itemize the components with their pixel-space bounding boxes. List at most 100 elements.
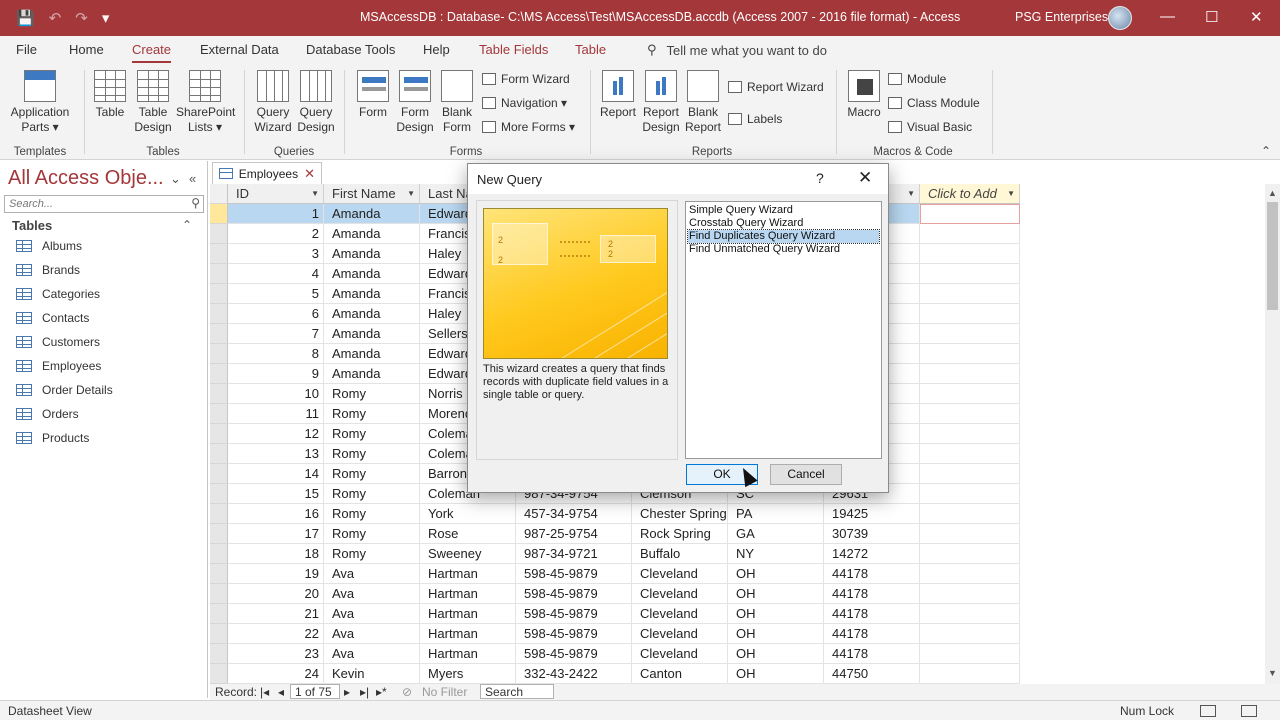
report-wizard-button[interactable]: Report Wizard <box>728 80 824 94</box>
record-selector[interactable] <box>210 264 228 284</box>
cell-id[interactable]: 7 <box>228 324 324 344</box>
cell-phone[interactable]: 598-45-9879 <box>516 644 632 664</box>
cell-last-name[interactable]: York <box>420 504 516 524</box>
cell-new-field[interactable] <box>920 424 1020 444</box>
cell-last-name[interactable]: Sweeney <box>420 544 516 564</box>
current-record-field[interactable]: 1 of 75 <box>290 684 340 699</box>
record-selector[interactable] <box>210 604 228 624</box>
cell-id[interactable]: 23 <box>228 644 324 664</box>
nav-pane-menu-icon[interactable]: ⌄ <box>170 171 181 187</box>
navigation-button[interactable]: Navigation ▾ <box>482 96 567 110</box>
last-record-icon[interactable]: ▸| <box>360 685 369 699</box>
cell-id[interactable]: 10 <box>228 384 324 404</box>
cell-new-field[interactable] <box>920 364 1020 384</box>
cell-state[interactable]: OH <box>728 664 824 684</box>
record-selector[interactable] <box>210 424 228 444</box>
cell-new-field[interactable] <box>920 324 1020 344</box>
record-selector[interactable] <box>210 484 228 504</box>
cell-city[interactable]: Cleveland <box>632 564 728 584</box>
nav-item-categories[interactable]: Categories <box>16 284 100 304</box>
macro-button[interactable]: Macro <box>844 70 884 120</box>
cell-city[interactable]: Cleveland <box>632 584 728 604</box>
record-selector[interactable] <box>210 564 228 584</box>
tab-external-data[interactable]: External Data <box>200 42 279 57</box>
form-button[interactable]: Form <box>354 70 392 120</box>
cell-city[interactable]: Buffalo <box>632 544 728 564</box>
form-design-button[interactable]: Form Design <box>396 70 434 135</box>
cell-id[interactable]: 1 <box>228 204 324 224</box>
cell-phone[interactable]: 457-34-9754 <box>516 504 632 524</box>
nav-item-employees[interactable]: Employees <box>16 356 101 376</box>
tab-table[interactable]: Table <box>575 42 606 57</box>
option-simple-query-wizard[interactable]: Simple Query Wizard <box>688 204 879 217</box>
redo-icon[interactable]: ↷ <box>75 9 88 27</box>
record-selector[interactable] <box>210 524 228 544</box>
application-parts-button[interactable]: Application Parts ▾ <box>8 70 72 135</box>
cell-last-name[interactable]: Hartman <box>420 624 516 644</box>
cell-first-name[interactable]: Amanda <box>324 244 420 264</box>
query-design-button[interactable]: Query Design <box>296 70 336 135</box>
avatar[interactable] <box>1108 6 1132 30</box>
record-selector[interactable] <box>210 244 228 264</box>
tab-file[interactable]: File <box>16 42 37 57</box>
cell-new-field[interactable] <box>920 664 1020 684</box>
cell-id[interactable]: 15 <box>228 484 324 504</box>
tab-database-tools[interactable]: Database Tools <box>306 42 395 57</box>
cell-state[interactable]: OH <box>728 624 824 644</box>
record-search-input[interactable]: Search <box>480 684 554 699</box>
cell-state[interactable]: OH <box>728 564 824 584</box>
query-wizard-button[interactable]: Query Wizard <box>252 70 294 135</box>
cell-id[interactable]: 11 <box>228 404 324 424</box>
cell-first-name[interactable]: Kevin <box>324 664 420 684</box>
cell-new-field[interactable] <box>920 264 1020 284</box>
collapse-section-icon[interactable]: ⌃ <box>182 218 192 232</box>
cell-id[interactable]: 19 <box>228 564 324 584</box>
cell-first-name[interactable]: Ava <box>324 624 420 644</box>
cell-new-field[interactable] <box>920 584 1020 604</box>
cell-first-name[interactable]: Romy <box>324 384 420 404</box>
record-selector[interactable] <box>210 644 228 664</box>
more-forms-button[interactable]: More Forms ▾ <box>482 120 575 134</box>
cell-id[interactable]: 3 <box>228 244 324 264</box>
record-selector[interactable] <box>210 624 228 644</box>
cell-first-name[interactable]: Amanda <box>324 364 420 384</box>
help-icon[interactable]: ? <box>816 170 824 186</box>
sharepoint-lists-button[interactable]: SharePoint Lists ▾ <box>176 70 235 135</box>
cell-first-name[interactable]: Romy <box>324 504 420 524</box>
table-button[interactable]: Table <box>92 70 128 120</box>
cell-new-field[interactable] <box>920 384 1020 404</box>
record-selector[interactable] <box>210 364 228 384</box>
record-selector[interactable] <box>210 324 228 344</box>
class-module-button[interactable]: Class Module <box>888 96 980 110</box>
cell-id[interactable]: 17 <box>228 524 324 544</box>
document-tab-employees[interactable]: Employees ✕ <box>212 162 322 184</box>
shutter-bar-icon[interactable]: « <box>189 171 196 186</box>
form-wizard-button[interactable]: Form Wizard <box>482 72 570 86</box>
cell-id[interactable]: 20 <box>228 584 324 604</box>
cell-first-name[interactable]: Amanda <box>324 264 420 284</box>
cell-id[interactable]: 18 <box>228 544 324 564</box>
nav-item-customers[interactable]: Customers <box>16 332 100 352</box>
filter-icon[interactable]: ⊘ <box>402 685 412 699</box>
record-selector[interactable] <box>210 384 228 404</box>
cell-zip[interactable]: 44178 <box>824 644 920 664</box>
column-header-first-name[interactable]: First Name ▼ <box>324 184 420 204</box>
cell-state[interactable]: OH <box>728 644 824 664</box>
query-type-list[interactable]: Simple Query Wizard Crosstab Query Wizar… <box>685 201 882 459</box>
cell-new-field[interactable] <box>920 524 1020 544</box>
cell-last-name[interactable]: Hartman <box>420 564 516 584</box>
nav-item-orders[interactable]: Orders <box>16 404 79 424</box>
cell-first-name[interactable]: Amanda <box>324 284 420 304</box>
restore-button[interactable]: ☐ <box>1205 8 1218 26</box>
select-all-box[interactable] <box>210 184 228 204</box>
cell-new-field[interactable] <box>920 204 1020 224</box>
blank-form-button[interactable]: Blank Form <box>438 70 476 135</box>
design-view-icon[interactable] <box>1241 705 1257 717</box>
record-selector[interactable] <box>210 584 228 604</box>
cell-zip[interactable]: 30739 <box>824 524 920 544</box>
cell-phone[interactable]: 598-45-9879 <box>516 584 632 604</box>
cell-new-field[interactable] <box>920 464 1020 484</box>
cell-zip[interactable]: 44178 <box>824 624 920 644</box>
save-icon[interactable]: 💾 <box>16 9 35 27</box>
undo-icon[interactable]: ↶ <box>49 9 62 27</box>
